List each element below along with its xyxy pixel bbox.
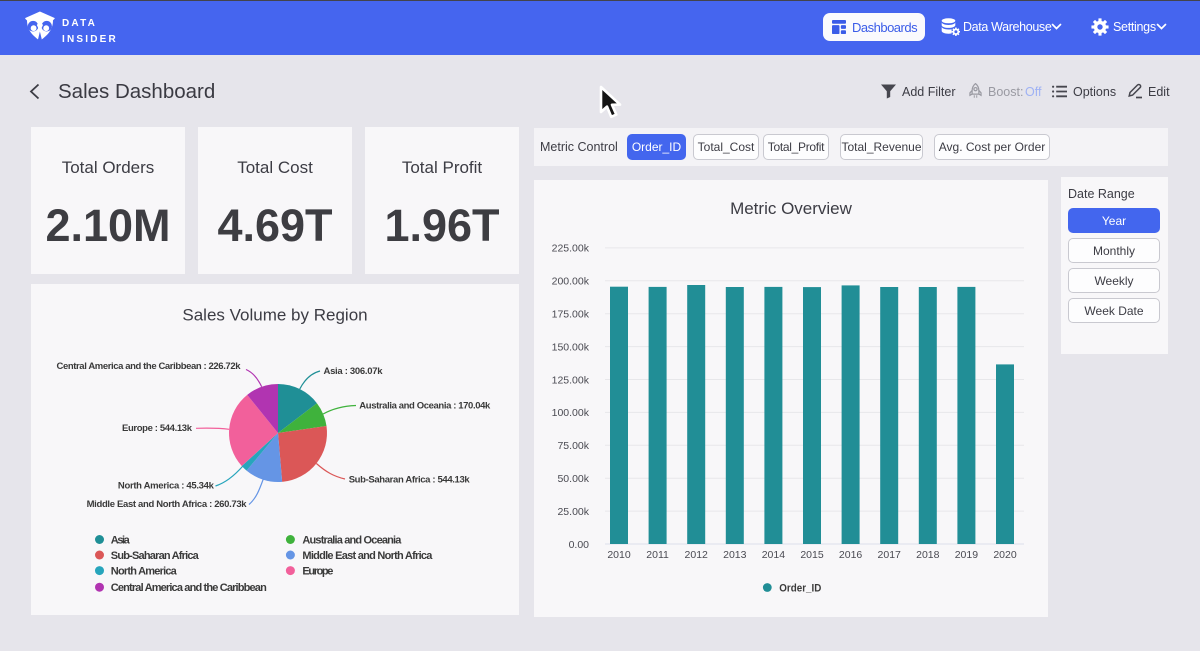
svg-text:2012: 2012 [685, 549, 709, 561]
svg-text:Middle East and North Africa :: Middle East and North Africa : 260.73k [87, 499, 248, 510]
svg-text:50.00k: 50.00k [557, 473, 589, 485]
svg-text:Middle East and North Africa: Middle East and North Africa [302, 550, 433, 562]
svg-text:0.00: 0.00 [569, 539, 590, 551]
svg-text:Asia: Asia [111, 535, 131, 547]
svg-text:2016: 2016 [839, 549, 863, 561]
svg-text:Asia : 306.07k: Asia : 306.07k [324, 366, 384, 377]
svg-text:125.00k: 125.00k [552, 374, 590, 386]
svg-text:2013: 2013 [723, 549, 747, 561]
svg-text:175.00k: 175.00k [552, 309, 590, 321]
svg-text:2018: 2018 [916, 549, 940, 561]
svg-text:Sales Volume by Region: Sales Volume by Region [182, 306, 367, 325]
svg-text:100.00k: 100.00k [552, 407, 590, 419]
svg-text:150.00k: 150.00k [552, 341, 590, 353]
svg-text:2015: 2015 [800, 549, 824, 561]
svg-text:Europe: Europe [302, 566, 333, 578]
svg-text:North America: North America [111, 566, 178, 578]
svg-text:Sub-Saharan Africa : 544.13k: Sub-Saharan Africa : 544.13k [349, 475, 471, 486]
svg-text:2019: 2019 [955, 549, 979, 561]
svg-text:Australia and Oceania: Australia and Oceania [302, 535, 402, 547]
svg-text:2014: 2014 [762, 549, 786, 561]
svg-text:2010: 2010 [607, 549, 631, 561]
svg-text:2017: 2017 [878, 549, 902, 561]
svg-text:Sub-Saharan Africa: Sub-Saharan Africa [111, 550, 200, 562]
svg-text:225.00k: 225.00k [552, 243, 590, 255]
svg-text:Central America and the Caribb: Central America and the Caribbean : 226.… [57, 361, 242, 372]
svg-text:2020: 2020 [993, 549, 1017, 561]
svg-text:25.00k: 25.00k [557, 506, 589, 518]
svg-text:Australia and Oceania : 170.04: Australia and Oceania : 170.04k [359, 401, 491, 412]
svg-text:200.00k: 200.00k [552, 276, 590, 288]
svg-text:75.00k: 75.00k [557, 440, 589, 452]
svg-text:Central America and the Caribb: Central America and the Caribbean [111, 582, 267, 594]
svg-text:Order_ID: Order_ID [779, 583, 821, 595]
svg-text:North America : 45.34k: North America : 45.34k [118, 481, 215, 492]
svg-text:2011: 2011 [646, 549, 669, 561]
svg-text:Metric Overview: Metric Overview [730, 199, 853, 218]
svg-text:Europe : 544.13k: Europe : 544.13k [122, 423, 193, 434]
